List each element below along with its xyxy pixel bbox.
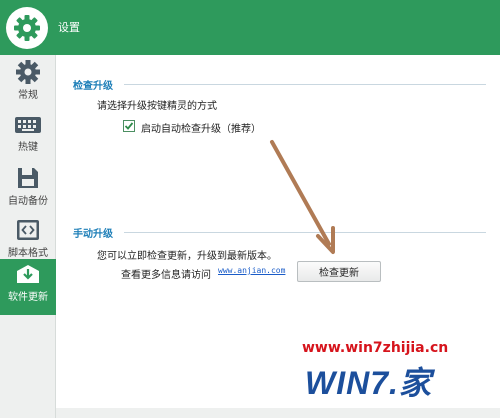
watermark-url: www.win7zhijia.cn (302, 340, 449, 356)
watermark-logo: WIN7.家 (305, 365, 432, 401)
bottom-strip (56, 408, 500, 418)
settings-window: 设置 常规 热键 自动备份 脚本格式 软件更新 检查升级 请选择升级按键精灵的方… (0, 0, 500, 418)
